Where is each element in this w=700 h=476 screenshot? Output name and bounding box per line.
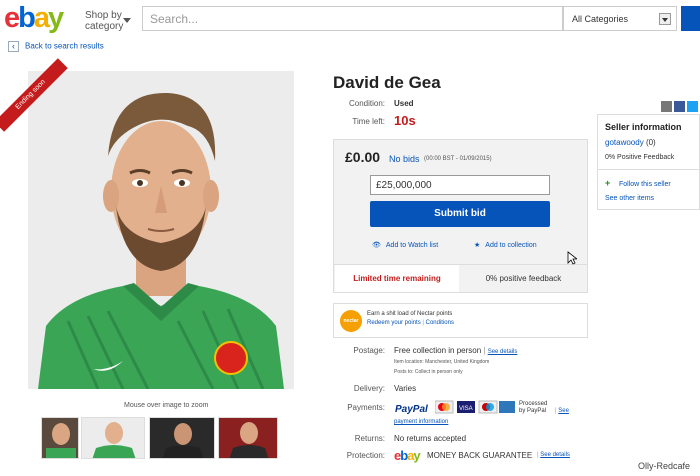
twitter-icon[interactable] — [687, 101, 698, 112]
thumbnail-image — [150, 418, 214, 458]
money-back-guarantee: MONEY BACK GUARANTEE — [427, 451, 533, 460]
shop-by-label: Shop by — [85, 10, 122, 21]
seller-score: (0) — [645, 138, 656, 147]
postage-text: Free collection in person — [394, 346, 482, 355]
shop-by-category-button[interactable]: Shop by category — [85, 10, 131, 32]
ebay-logo[interactable]: ebay — [4, 3, 64, 33]
thumbnail-image — [82, 418, 144, 458]
bid-timestamp: (00:00 BST - 01/09/2015) — [424, 156, 492, 162]
add-to-collection-link[interactable]: ★ Add to collection — [474, 241, 537, 249]
nectar-links: Redeem your points | Conditions — [367, 320, 454, 326]
payments-label: Payments: — [347, 403, 385, 412]
back-to-search-link[interactable]: ‹ Back to search results — [8, 41, 104, 52]
follow-seller-link[interactable]: + Follow this seller — [605, 178, 671, 189]
player-portrait — [28, 71, 294, 389]
thumbnail[interactable] — [218, 417, 278, 459]
limited-time-notice: Limited time remaining — [335, 265, 459, 292]
condition-label: Condition: — [348, 99, 385, 108]
bid-amount-input[interactable]: £25,000,000 — [370, 175, 550, 195]
postage-value: Free collection in person | See details — [394, 346, 518, 355]
item-location: Item location: Manchester, United Kingdo… — [394, 359, 490, 365]
add-to-watch-list-link[interactable]: 👁 Add to Watch list — [372, 241, 438, 249]
see-details-link[interactable]: See details — [488, 349, 518, 355]
postage-label: Postage: — [353, 346, 385, 355]
collection-label: Add to collection — [485, 242, 537, 249]
thumbnail[interactable] — [41, 417, 79, 459]
chevron-left-icon: ‹ — [8, 41, 19, 52]
mbg-see-details-link[interactable]: See details — [540, 452, 570, 458]
thumbnail[interactable] — [81, 417, 145, 459]
follow-label: Follow this seller — [619, 181, 671, 188]
category-select[interactable]: All Categories — [563, 6, 677, 31]
card-icons: VISA — [434, 400, 515, 419]
email-share-icon[interactable] — [661, 101, 672, 112]
separator: | — [422, 320, 424, 326]
paypal-logo: PayPal — [395, 404, 428, 415]
payment-information-link[interactable]: payment information — [394, 419, 448, 425]
category-label: category — [85, 21, 124, 32]
processed-by-paypal: Processed by PayPal — [519, 401, 547, 415]
divider — [598, 169, 699, 170]
by-paypal-text: by PayPal — [519, 408, 547, 414]
seller-feedback: 0% Positive Feedback — [605, 154, 675, 161]
returns-value: No returns accepted — [394, 434, 467, 443]
conditions-link[interactable]: Conditions — [426, 320, 454, 326]
thumbnail-image — [42, 418, 78, 458]
posts-to: Posts to: Collect in person only — [394, 369, 463, 375]
star-icon: ★ — [474, 242, 481, 249]
watch-list-label: Add to Watch list — [385, 242, 439, 249]
see-payment-link[interactable]: | See — [555, 408, 569, 414]
seller-username-link[interactable]: gotawoody — [605, 138, 644, 147]
see-other-items-link[interactable]: See other items — [605, 195, 654, 202]
search-input[interactable]: Search... — [142, 6, 563, 31]
watermark: Olly-Redcafe — [638, 461, 691, 471]
dropdown-arrow-icon — [659, 13, 671, 25]
submit-bid-button[interactable]: Submit bid — [370, 201, 550, 227]
eye-icon: 👁 — [372, 242, 381, 249]
mbg-details: | See details — [537, 452, 570, 458]
thumbnail[interactable] — [149, 417, 215, 459]
facebook-icon[interactable] — [674, 101, 685, 112]
returns-label: Returns: — [354, 434, 385, 443]
delivery-value: Varies — [394, 384, 417, 393]
item-photo[interactable] — [28, 71, 294, 389]
time-left-label: Time left: — [352, 117, 385, 126]
mouse-cursor-icon — [567, 251, 577, 265]
time-left-value: 10s — [394, 113, 416, 128]
nectar-logo: nectar — [340, 310, 362, 332]
processed-text: Processed — [519, 401, 548, 407]
bid-count-link[interactable]: No bids — [389, 154, 420, 164]
nectar-promo: nectar Earn a shit load of Nectar points… — [333, 303, 588, 338]
feedback-summary: 0% positive feedback — [485, 274, 562, 283]
back-label: Back to search results — [25, 41, 104, 51]
nectar-text: Earn a shit load of Nectar points — [367, 311, 453, 317]
protection-label: Protection: — [346, 451, 385, 460]
svg-text:VISA: VISA — [459, 406, 473, 412]
seller-heading: Seller information — [605, 122, 682, 132]
condition-value: Used — [394, 99, 414, 108]
see-link[interactable]: See — [558, 408, 569, 414]
zoom-hint: Mouse over image to zoom — [124, 402, 209, 409]
category-select-value: All Categories — [572, 14, 629, 24]
current-price: £0.00 — [345, 149, 381, 165]
redeem-link[interactable]: Redeem your points — [367, 320, 421, 326]
delivery-label: Delivery: — [353, 384, 385, 393]
ebay-mbg-logo: ebay — [394, 448, 421, 463]
seller-name[interactable]: gotawoody (0) — [605, 138, 656, 147]
card-logos-icon: VISA — [434, 400, 515, 414]
chevron-down-icon — [123, 18, 131, 23]
item-title: David de Gea — [333, 73, 441, 92]
plus-icon: + — [605, 178, 611, 188]
thumbnail-image — [219, 418, 277, 458]
search-button[interactable] — [681, 6, 700, 31]
